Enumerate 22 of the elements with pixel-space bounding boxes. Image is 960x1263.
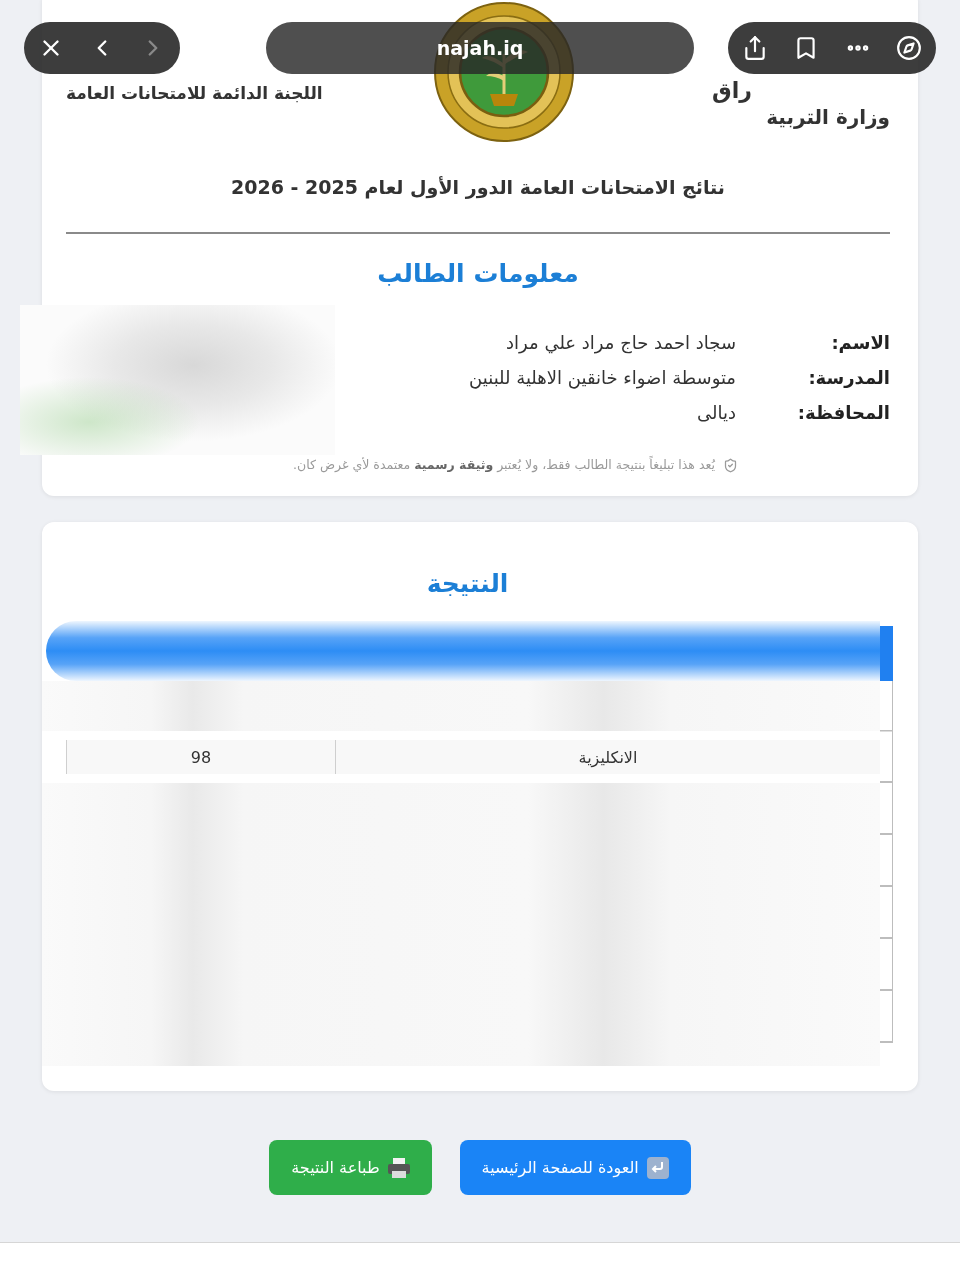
printer-icon [387,1157,410,1178]
header-text: راق [712,78,752,104]
field-value: ديالى [696,401,736,425]
home-button[interactable]: العودة للصفحة الرئيسية [459,1140,691,1195]
page-title: نتائج الامتحانات العامة الدور الأول لعام 2025 - 2026 [230,175,726,201]
compass-icon[interactable] [896,35,922,61]
field-value: سجاد احمد حاج مراد علي مراد [505,331,736,356]
section-heading: النتيجة [426,568,509,600]
section-heading: معلومات الطالب [377,258,579,290]
table-cell: الانكليزية [336,740,880,774]
field-label: المحافظة: [796,401,890,425]
table-cell: 98 [66,740,336,774]
field-value: متوسطة اضواء خانقين الاهلية للبنين [469,366,736,391]
shield-check-icon [723,457,738,473]
committee-name: اللجنة الدائمة للامتحانات العامة [66,82,323,105]
ministry-name: وزارة التربية [766,104,890,130]
field-label: الاسم: [830,331,890,355]
share-icon[interactable] [742,35,768,61]
disclaimer-text: يُعد هذا تبليغاً بنتيجة الطالب فقط، ولا يُعتبر وثيقة رسمية معتمدة لأي غرض كان. [293,455,715,475]
print-button[interactable]: طباعة النتيجة [269,1140,432,1195]
field-label: المدرسة: [807,366,890,390]
address-bar[interactable]: najah.iq [266,22,694,74]
